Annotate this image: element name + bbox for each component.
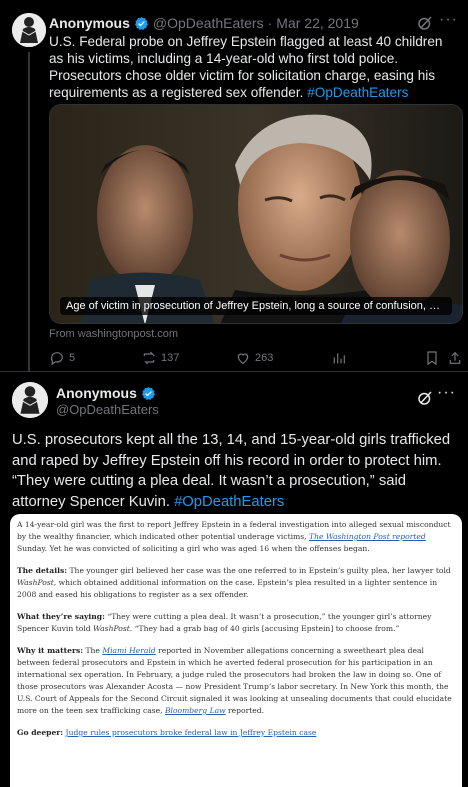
- tweet-header: Anonymous @OpDeathEaters · Mar 22, 2019: [49, 13, 359, 33]
- bookmark-icon: [427, 351, 437, 366]
- article-text: , which obtained additional information …: [17, 578, 438, 599]
- anonymous-logo-icon: [12, 382, 48, 418]
- repost-count: 137: [161, 352, 180, 364]
- repost-icon: [143, 351, 155, 365]
- more-options-icon[interactable]: ···: [437, 384, 456, 402]
- tweet-text: U.S. prosecutors kept all the 13, 14, an…: [12, 430, 462, 512]
- timestamp[interactable]: Mar 22, 2019: [276, 15, 359, 31]
- link-card-title[interactable]: Age of victim in prosecution of Jeffrey …: [60, 297, 452, 315]
- verified-badge-icon: [134, 16, 148, 30]
- avatar[interactable]: [12, 13, 46, 47]
- article-screenshot-image[interactable]: A 14-year-old girl was the first to repo…: [10, 514, 462, 787]
- article-paragraph-3: What they’re saying: “They were cutting …: [17, 611, 455, 635]
- reply-icon: [50, 352, 63, 366]
- display-name[interactable]: Anonymous: [56, 385, 137, 401]
- views-button[interactable]: [331, 350, 347, 366]
- news-photo: [50, 105, 462, 323]
- article-text: The younger girl believed her case was t…: [67, 566, 451, 575]
- anonymous-logo-icon: [12, 13, 46, 47]
- article-text: WashPost: [17, 578, 54, 587]
- handle[interactable]: @OpDeathEaters: [153, 15, 264, 31]
- article-link: Judge rules prosecutors broke federal la…: [65, 728, 317, 737]
- article-text: Sunday. Yet he was convicted of soliciti…: [17, 544, 370, 553]
- grok-icon[interactable]: [416, 14, 434, 32]
- thread-line: [28, 52, 30, 372]
- article-text: WashPost: [93, 624, 130, 633]
- article-subhead: Why it matters:: [17, 646, 84, 655]
- tweet-header: Anonymous: [56, 385, 156, 401]
- share-button[interactable]: [447, 350, 463, 366]
- article-paragraph-2: The details: The younger girl believed h…: [17, 565, 455, 601]
- article-paragraph-5: Go deeper: Judge rules prosecutors broke…: [17, 727, 455, 739]
- article-text: reported in November allegations concern…: [17, 646, 452, 715]
- heart-icon: [237, 353, 249, 365]
- link-card-image[interactable]: Age of victim in prosecution of Jeffrey …: [49, 104, 463, 324]
- display-name[interactable]: Anonymous: [49, 15, 130, 31]
- handle[interactable]: @OpDeathEaters: [56, 402, 159, 417]
- like-button[interactable]: 263: [235, 350, 273, 366]
- reply-button[interactable]: 5: [49, 350, 75, 366]
- link-source[interactable]: From washingtonpost.com: [49, 328, 178, 340]
- article-link: The Washington Post reported: [309, 532, 426, 541]
- article-link: Bloomberg Law: [164, 706, 226, 715]
- share-icon: [449, 351, 461, 364]
- bookmark-button[interactable]: [424, 350, 440, 366]
- like-count: 263: [255, 352, 274, 364]
- more-options-icon[interactable]: ···: [439, 11, 458, 29]
- verified-badge-icon: [141, 386, 155, 400]
- article-subhead: What they’re saying:: [17, 612, 105, 621]
- reply-count: 5: [69, 352, 76, 364]
- avatar[interactable]: [12, 382, 48, 418]
- article-subhead: Go deeper:: [17, 728, 64, 737]
- article-text: The: [83, 646, 103, 655]
- article-paragraph-4: Why it matters: The Miami Herald reporte…: [17, 645, 455, 717]
- article-text: reported.: [225, 706, 265, 715]
- article-subhead: The details:: [17, 566, 68, 575]
- separator-dot: ·: [267, 15, 273, 31]
- tweet-actions: 5 137 263: [49, 350, 463, 368]
- article-paragraph-1: A 14-year-old girl was the first to repo…: [17, 519, 455, 555]
- article-link: Miami Herald: [102, 646, 156, 655]
- tweet-text: U.S. Federal probe on Jeffrey Epstein fl…: [49, 33, 459, 101]
- tweet-1[interactable]: Anonymous @OpDeathEaters · Mar 22, 2019 …: [0, 0, 468, 372]
- grok-icon[interactable]: [416, 389, 434, 407]
- hashtag-link[interactable]: #OpDeathEaters: [307, 85, 408, 100]
- article-text: . “They had a grab bag of 40 girls [accu…: [129, 624, 400, 633]
- repost-button[interactable]: 137: [141, 350, 179, 366]
- views-chart-icon: [333, 353, 345, 364]
- hashtag-link[interactable]: #OpDeathEaters: [174, 494, 284, 510]
